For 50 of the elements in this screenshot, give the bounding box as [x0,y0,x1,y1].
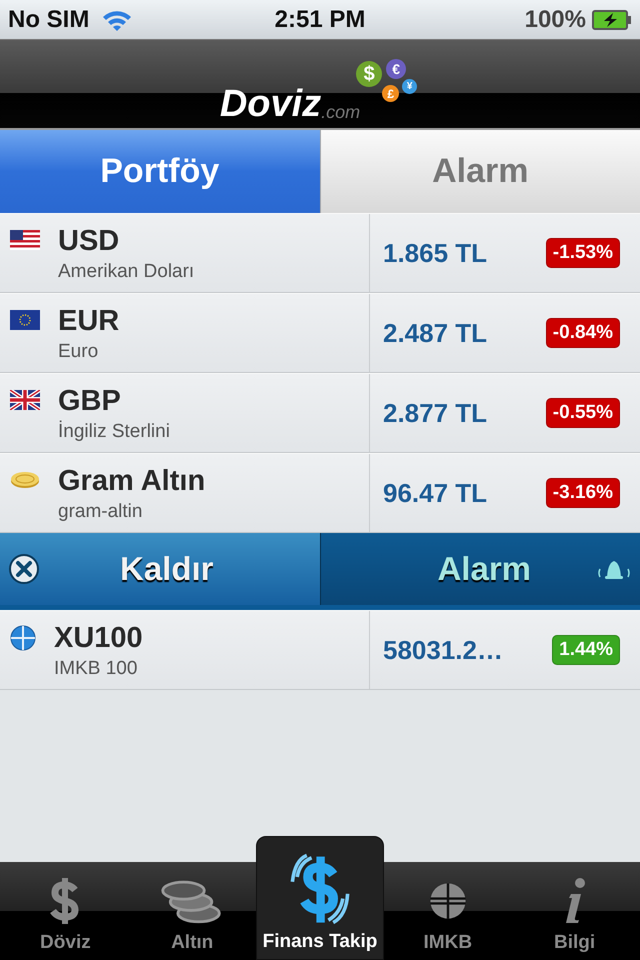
battery-icon [592,10,632,30]
currency-code: Gram Altın [58,464,206,498]
quote-row[interactable]: EUR Euro 2.487 TL -0.84% [0,293,640,373]
logo-suffix: .com [321,103,360,121]
flag-icon [10,310,40,330]
quote-row[interactable]: Gram Altın gram-altin 96.47 TL -3.16% [0,453,640,533]
quote-row[interactable]: USD Amerikan Doları 1.865 TL -1.53% [0,213,640,293]
coin-badge: £ [382,85,400,102]
price-value: 96.47 TL [383,478,488,508]
change-badge: 1.44% [552,635,620,665]
price-value: 2.487 TL [383,318,488,348]
tab-item[interactable]: Altın [128,862,256,960]
coin-badge: $ [356,61,382,87]
segment-tab[interactable]: Alarm [320,130,640,213]
change-badge: -0.55% [546,398,620,428]
price-value: 58031.2… [383,634,503,666]
currency-name: gram-altin [58,501,144,523]
quote-row[interactable]: XU100 IMKB 100 58031.2… 1.44% [0,610,640,690]
battery-percent: 100% [524,6,586,34]
coin-badge: € [386,59,406,79]
currency-name: IMKB 100 [54,658,138,680]
currency-code: USD [58,224,120,258]
carrier-label: No SIM [8,6,90,34]
tab-item[interactable]: Finans Takip [256,836,384,960]
flag-icon [10,230,40,250]
price-value: 2.877 TL [383,398,488,428]
currency-code: EUR [58,304,120,338]
currency-name: İngiliz Sterlini [58,421,170,443]
dollar-icon [290,853,350,925]
currency-name: Euro [58,341,100,363]
wifi-icon [101,8,134,30]
currency-code: GBP [58,384,122,418]
coin-icon [10,470,40,490]
flag-icon [10,390,40,410]
quote-row[interactable]: GBP İngiliz Sterlini 2.877 TL -0.55% [0,373,640,453]
globe-icon [10,625,36,651]
currency-name: Amerikan Doları [58,261,194,283]
change-badge: -3.16% [546,478,620,508]
logo-text: Doviz [220,85,322,123]
change-badge: -1.53% [546,238,620,268]
clock: 2:51 PM [274,6,366,34]
close-icon[interactable] [8,553,40,585]
tab-item[interactable]: IMKB [384,862,512,960]
change-badge: -0.84% [546,318,620,348]
coin-badge: ¥ [402,79,418,94]
price-value: 1.865 TL [383,238,488,268]
tab-item[interactable]: Döviz [2,862,129,960]
currency-code: XU100 [54,621,143,655]
tab-item[interactable]: Bilgi [511,862,638,960]
segment-tab[interactable]: Portföy [0,130,320,213]
